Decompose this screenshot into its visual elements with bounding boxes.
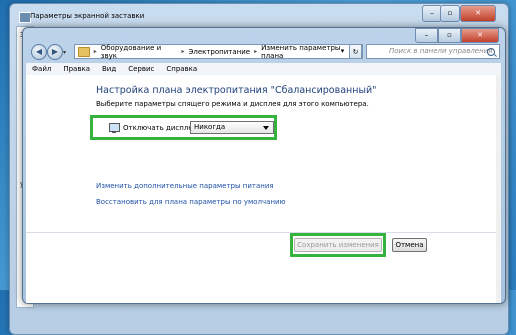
minimize-button[interactable]: – [415, 28, 438, 43]
section-divider [26, 232, 501, 233]
advanced-settings-link[interactable]: Изменить дополнительные параметры питани… [96, 182, 274, 190]
monitor-icon [109, 123, 120, 133]
bg-maximize-button[interactable]: ▫ [440, 5, 460, 22]
cancel-button[interactable]: Отмена [392, 238, 427, 252]
address-history-dropdown[interactable]: ▾ [336, 44, 349, 59]
window-caption-buttons: – ▫ ✕ [415, 28, 499, 43]
content-pane: Настройка плана электропитания "Сбаланси… [26, 75, 501, 303]
page-subtitle: Выберите параметры спящего режима и дисп… [96, 100, 369, 108]
close-button[interactable]: ✕ [461, 28, 499, 43]
recent-pages-dropdown[interactable]: ▾ [63, 49, 66, 56]
save-changes-button[interactable]: Сохранить изменения [294, 238, 382, 252]
breadcrumb-item-hardware-sound[interactable]: Оборудование и звук [101, 44, 178, 60]
display-off-select[interactable]: Никогда [190, 121, 274, 134]
breadcrumb-item-power[interactable]: Электропитание [188, 48, 250, 56]
scrollbar[interactable] [496, 75, 501, 303]
display-off-label: Отключать дисплей: [123, 124, 200, 132]
address-bar[interactable]: ▸ Оборудование и звук ▸ Электропитание ▸… [74, 44, 363, 60]
menu-edit[interactable]: Правка [57, 63, 96, 75]
menu-help[interactable]: Справка [160, 63, 203, 75]
breadcrumb-separator-icon[interactable]: ▸ [94, 48, 97, 55]
search-icon[interactable] [487, 48, 495, 56]
restore-defaults-link[interactable]: Восстановить для плана параметры по умол… [96, 198, 285, 206]
menu-file[interactable]: Файл [26, 63, 57, 75]
back-button[interactable]: ◀ [31, 44, 47, 60]
forward-button[interactable]: ▶ [47, 44, 63, 60]
control-panel-icon [78, 46, 90, 57]
menu-view[interactable]: Вид [96, 63, 122, 75]
menu-tools[interactable]: Сервис [122, 63, 160, 75]
refresh-button[interactable]: ↻ [349, 44, 362, 59]
power-options-window: – ▫ ✕ ◀ ▶ ▾ ▸ Оборудование и звук ▸ Элек… [22, 27, 506, 304]
display-off-value: Никогда [194, 123, 226, 131]
search-placeholder: Поиск в панели управления [389, 47, 493, 55]
bg-close-button[interactable]: ✕ [460, 5, 496, 22]
bg-minimize-button[interactable]: – [422, 5, 442, 22]
breadcrumb-separator-icon[interactable]: ▸ [254, 48, 257, 55]
maximize-button[interactable]: ▫ [438, 28, 461, 43]
breadcrumb-separator-icon[interactable]: ▸ [181, 48, 184, 55]
page-title: Настройка плана электропитания "Сбаланси… [96, 85, 377, 96]
dropdown-arrow-icon [263, 126, 269, 130]
background-window-title: Параметры экранной заставки [30, 12, 145, 20]
search-input[interactable]: Поиск в панели управления [366, 44, 500, 59]
